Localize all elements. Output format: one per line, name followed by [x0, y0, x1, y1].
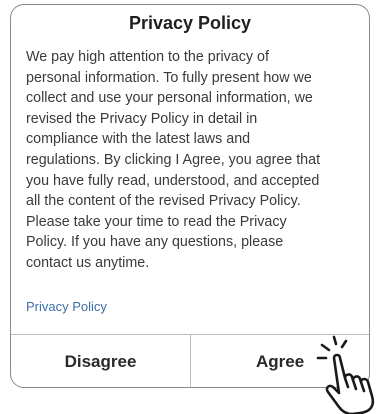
tap-hand-icon — [316, 335, 375, 414]
body-line: We pay high attention to the privacy of — [26, 49, 269, 65]
body-line: all the content of the revised Privacy P… — [26, 193, 301, 210]
body-line: you have fully read, understood, and acc… — [26, 172, 320, 189]
body-line: compliance with the latest laws and — [26, 131, 251, 148]
body-line: collect and use your personal informatio… — [26, 90, 313, 107]
button-separator — [190, 335, 191, 387]
body-line: Please take your time to read the Privac… — [26, 213, 287, 230]
dialog-title: Privacy Policy — [128, 13, 252, 33]
dialog-body: We pay high attention to the privacy of … — [26, 47, 366, 274]
body-line: Policy. If you have any questions, pleas… — [26, 234, 284, 251]
body-line: personal information. To fully present h… — [26, 69, 312, 86]
privacy-policy-link[interactable]: Privacy Policy — [26, 299, 107, 314]
body-line: regulations. By clicking I Agree, you ag… — [26, 151, 321, 168]
privacy-policy-dialog: Privacy Policy We pay high attention to … — [10, 4, 370, 388]
body-line: revised the Privacy Policy in detail in — [26, 110, 258, 127]
body-line: contact us anytime. — [26, 254, 150, 271]
disagree-button[interactable]: Disagree — [11, 335, 190, 387]
